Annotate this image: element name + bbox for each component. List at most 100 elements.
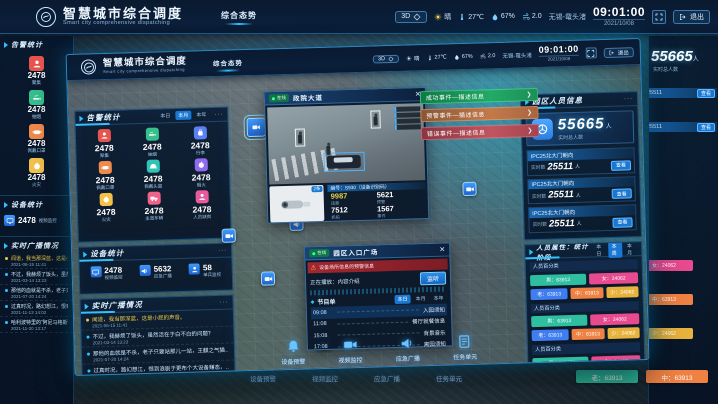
camera-marker[interactable] — [261, 271, 275, 285]
age-chip-young: 少：24062 — [607, 327, 640, 339]
broadcast-item[interactable]: 不过，我赫烦了饭头，虽然活在于白不白的问题？2021-03-14 13:23 — [0, 269, 73, 285]
clock: 09:01:00 2021/10/08 — [593, 6, 645, 27]
tab-year[interactable]: 本年 — [193, 110, 209, 119]
mode-3d-toggle[interactable]: 3D — [373, 54, 399, 63]
tab-overview[interactable]: 综合态势 — [213, 57, 243, 70]
tab-overview[interactable]: 综合态势 — [221, 10, 257, 23]
background-camera-bar: 25511 查看 — [648, 122, 717, 132]
monitor-icon — [90, 266, 101, 277]
tab-year[interactable]: 本年 — [430, 294, 446, 303]
view-button[interactable]: 查看 — [612, 217, 632, 228]
temperature-status: 27℃ — [426, 54, 446, 61]
age-chip-middle: 中：63913 — [572, 328, 605, 340]
location-label: 无锡-鼋头渚 — [549, 12, 586, 22]
dock-label-emergency-broadcast[interactable]: 应急广播 — [374, 373, 400, 383]
tab-week[interactable]: 本周 — [608, 241, 622, 257]
dock-label-video-monitor[interactable]: 视频监控 — [312, 373, 338, 383]
device-stat-broadcast[interactable]: 5632应急广播 — [140, 264, 172, 280]
record-count-badge[interactable]: 2条 — [311, 186, 322, 192]
online-badge: 在线 — [309, 249, 329, 258]
exit-button[interactable]: 退出 — [673, 10, 710, 24]
view-button[interactable]: 查看 — [697, 89, 715, 98]
realtime-broadcast-panel: 实时广播情况 ··· 闻道，我当那深蓝，这是小屁的声音。2021-06-15 1… — [79, 294, 235, 374]
truck-icon — [147, 192, 160, 205]
dock-video-monitor[interactable]: 视频监控 — [338, 335, 363, 365]
camera-people-card: IPC25北大门朝向 实时数25511人 查看 — [528, 204, 637, 233]
wind-status: 2.0 — [522, 13, 542, 21]
alarm-statistics-panel: 告警统计 本日 本月 本年 ··· 2478聚集 2478抽烟 2478行李 2… — [74, 107, 232, 243]
tab-month[interactable]: 本月 — [412, 294, 428, 303]
exit-button[interactable]: 退出 — [604, 47, 634, 58]
camera-live-feed — [267, 103, 425, 184]
dock-emergency-broadcast[interactable]: 应急广播 — [395, 333, 420, 363]
dock-label-task-unit[interactable]: 任务单元 — [436, 373, 462, 383]
alarm-tile-absent[interactable]: 2478人员缺岗 — [178, 190, 225, 221]
monitor-icon — [4, 215, 15, 226]
app-title: 智慧城市综合调度 — [63, 7, 183, 20]
task-document-icon — [454, 332, 477, 352]
broadcast-item[interactable]: 哈利波特里的“阿尼马格斯”一自在自己变形机会停，变于…2021-11-20 13… — [0, 317, 73, 333]
view-button[interactable]: 查看 — [611, 160, 631, 171]
more-icon[interactable]: ··· — [220, 299, 229, 305]
background-alarm-tile[interactable]: 2478火灾 — [0, 158, 73, 188]
age-chip-middle: 中：63913 — [571, 287, 604, 299]
camera-marker-selected[interactable] — [246, 118, 266, 138]
fullscreen-icon[interactable] — [652, 10, 666, 24]
tab-month[interactable]: 本月 — [175, 111, 191, 120]
alarm-tile-fire[interactable]: 2478火灾 — [83, 192, 130, 223]
age-chip-old: 老：63913 — [576, 370, 638, 383]
fullscreen-icon[interactable] — [586, 47, 597, 58]
background-alarm-tile[interactable]: 2478抽烟 — [0, 90, 73, 120]
broadcast-item[interactable]: 闻道，我当那深蓝，这是小屁的声音。2021-06-15 11:41 — [0, 253, 73, 269]
more-icon[interactable]: ··· — [218, 247, 227, 253]
broadcast-item[interactable]: 那他的血就是不杀，老子只要站那儿一站，王麒之气猫…2021-07-20 14:2… — [0, 285, 73, 301]
chevron-right-icon: ❯ — [526, 91, 532, 98]
gender-chip-male: 男：63913 — [530, 273, 586, 286]
alarm-tile-vehicle[interactable]: 2478主道车辆 — [131, 191, 178, 222]
tab-today[interactable]: 本日 — [593, 242, 607, 258]
device-stat-soldier[interactable]: 58单兵监控 — [189, 263, 221, 279]
alarm-tile-luggage[interactable]: 2478行李 — [177, 126, 224, 157]
alarm-bell-icon — [282, 337, 305, 357]
camera-marker[interactable] — [462, 182, 476, 196]
more-icon[interactable]: ··· — [624, 96, 633, 102]
alarm-tile-helmet[interactable]: 2478佩戴头盔 — [130, 159, 177, 190]
gathering-icon — [29, 56, 44, 71]
window-map[interactable]: 成功事件—描述信息❯ 预警事件—描述信息❯ 错误事件—描述信息❯ 告警统计 本日… — [67, 65, 648, 375]
background-device-stat: 2478 视频监控 — [0, 212, 73, 229]
alarm-tile-smoking[interactable]: 2478抽烟 — [129, 127, 176, 158]
warning-icon: ⚠ — [311, 265, 317, 271]
device-stat-video[interactable]: 2478视频监控 — [90, 266, 122, 282]
background-alarm-tile[interactable]: 2478佩戴口罩 — [0, 124, 73, 154]
dock-device-warning[interactable]: 设备预警 — [281, 337, 306, 367]
more-icon[interactable]: ··· — [214, 111, 223, 117]
dock-label-device-warning[interactable]: 设备预警 — [250, 373, 276, 383]
camera-popup-title: 政院大道 — [293, 92, 323, 103]
close-icon[interactable]: ✕ — [439, 246, 445, 254]
mode-3d-toggle[interactable]: 3D — [395, 11, 427, 23]
tab-today[interactable]: 本日 — [157, 111, 173, 120]
alarm-tile-mask[interactable]: 2478佩戴口罩 — [82, 160, 129, 191]
luggage-icon — [193, 126, 206, 139]
age-chip-old: 老：63913 — [530, 288, 568, 300]
dock-task-unit[interactable]: 任务单元 — [453, 332, 478, 362]
background-broadcast-panel: 实时广播情况 闻道，我当那深蓝，这是小屁的声音。2021-06-15 11:41… — [0, 236, 73, 333]
video-camera-icon — [339, 335, 362, 355]
helmet-icon — [146, 160, 159, 173]
alarm-tile-smoke-fire[interactable]: 2478烟火 — [178, 158, 225, 189]
camera-marker[interactable] — [222, 228, 236, 242]
view-button[interactable]: 查看 — [612, 188, 632, 199]
weather-status: 晴 — [406, 54, 420, 62]
tab-month[interactable]: 本月 — [624, 241, 638, 257]
age-chip-old: 老：63913 — [532, 329, 570, 341]
listen-button[interactable]: 监听 — [420, 272, 446, 286]
alarm-tile-gathering[interactable]: 2478聚集 — [81, 128, 128, 159]
toast-success[interactable]: 成功事件—描述信息❯ — [420, 88, 538, 104]
tab-today[interactable]: 本日 — [394, 295, 410, 304]
broadcast-item[interactable]: 过真时况，路幻想江，恨到浪剧于更布个大设备赚态，…2021-11-13 14:0… — [0, 301, 73, 317]
background-left-panel: 告警统计 2478聚集 2478抽烟 2478佩戴口罩 2478火灾 设备统计 … — [0, 36, 74, 404]
toast-warning[interactable]: 预警事件—描述信息❯ — [420, 106, 538, 122]
total-people-card: 55665人 实时总人数 — [525, 110, 634, 146]
view-button[interactable]: 查看 — [697, 123, 715, 132]
background-alarm-tile[interactable]: 2478聚集 — [0, 56, 73, 86]
